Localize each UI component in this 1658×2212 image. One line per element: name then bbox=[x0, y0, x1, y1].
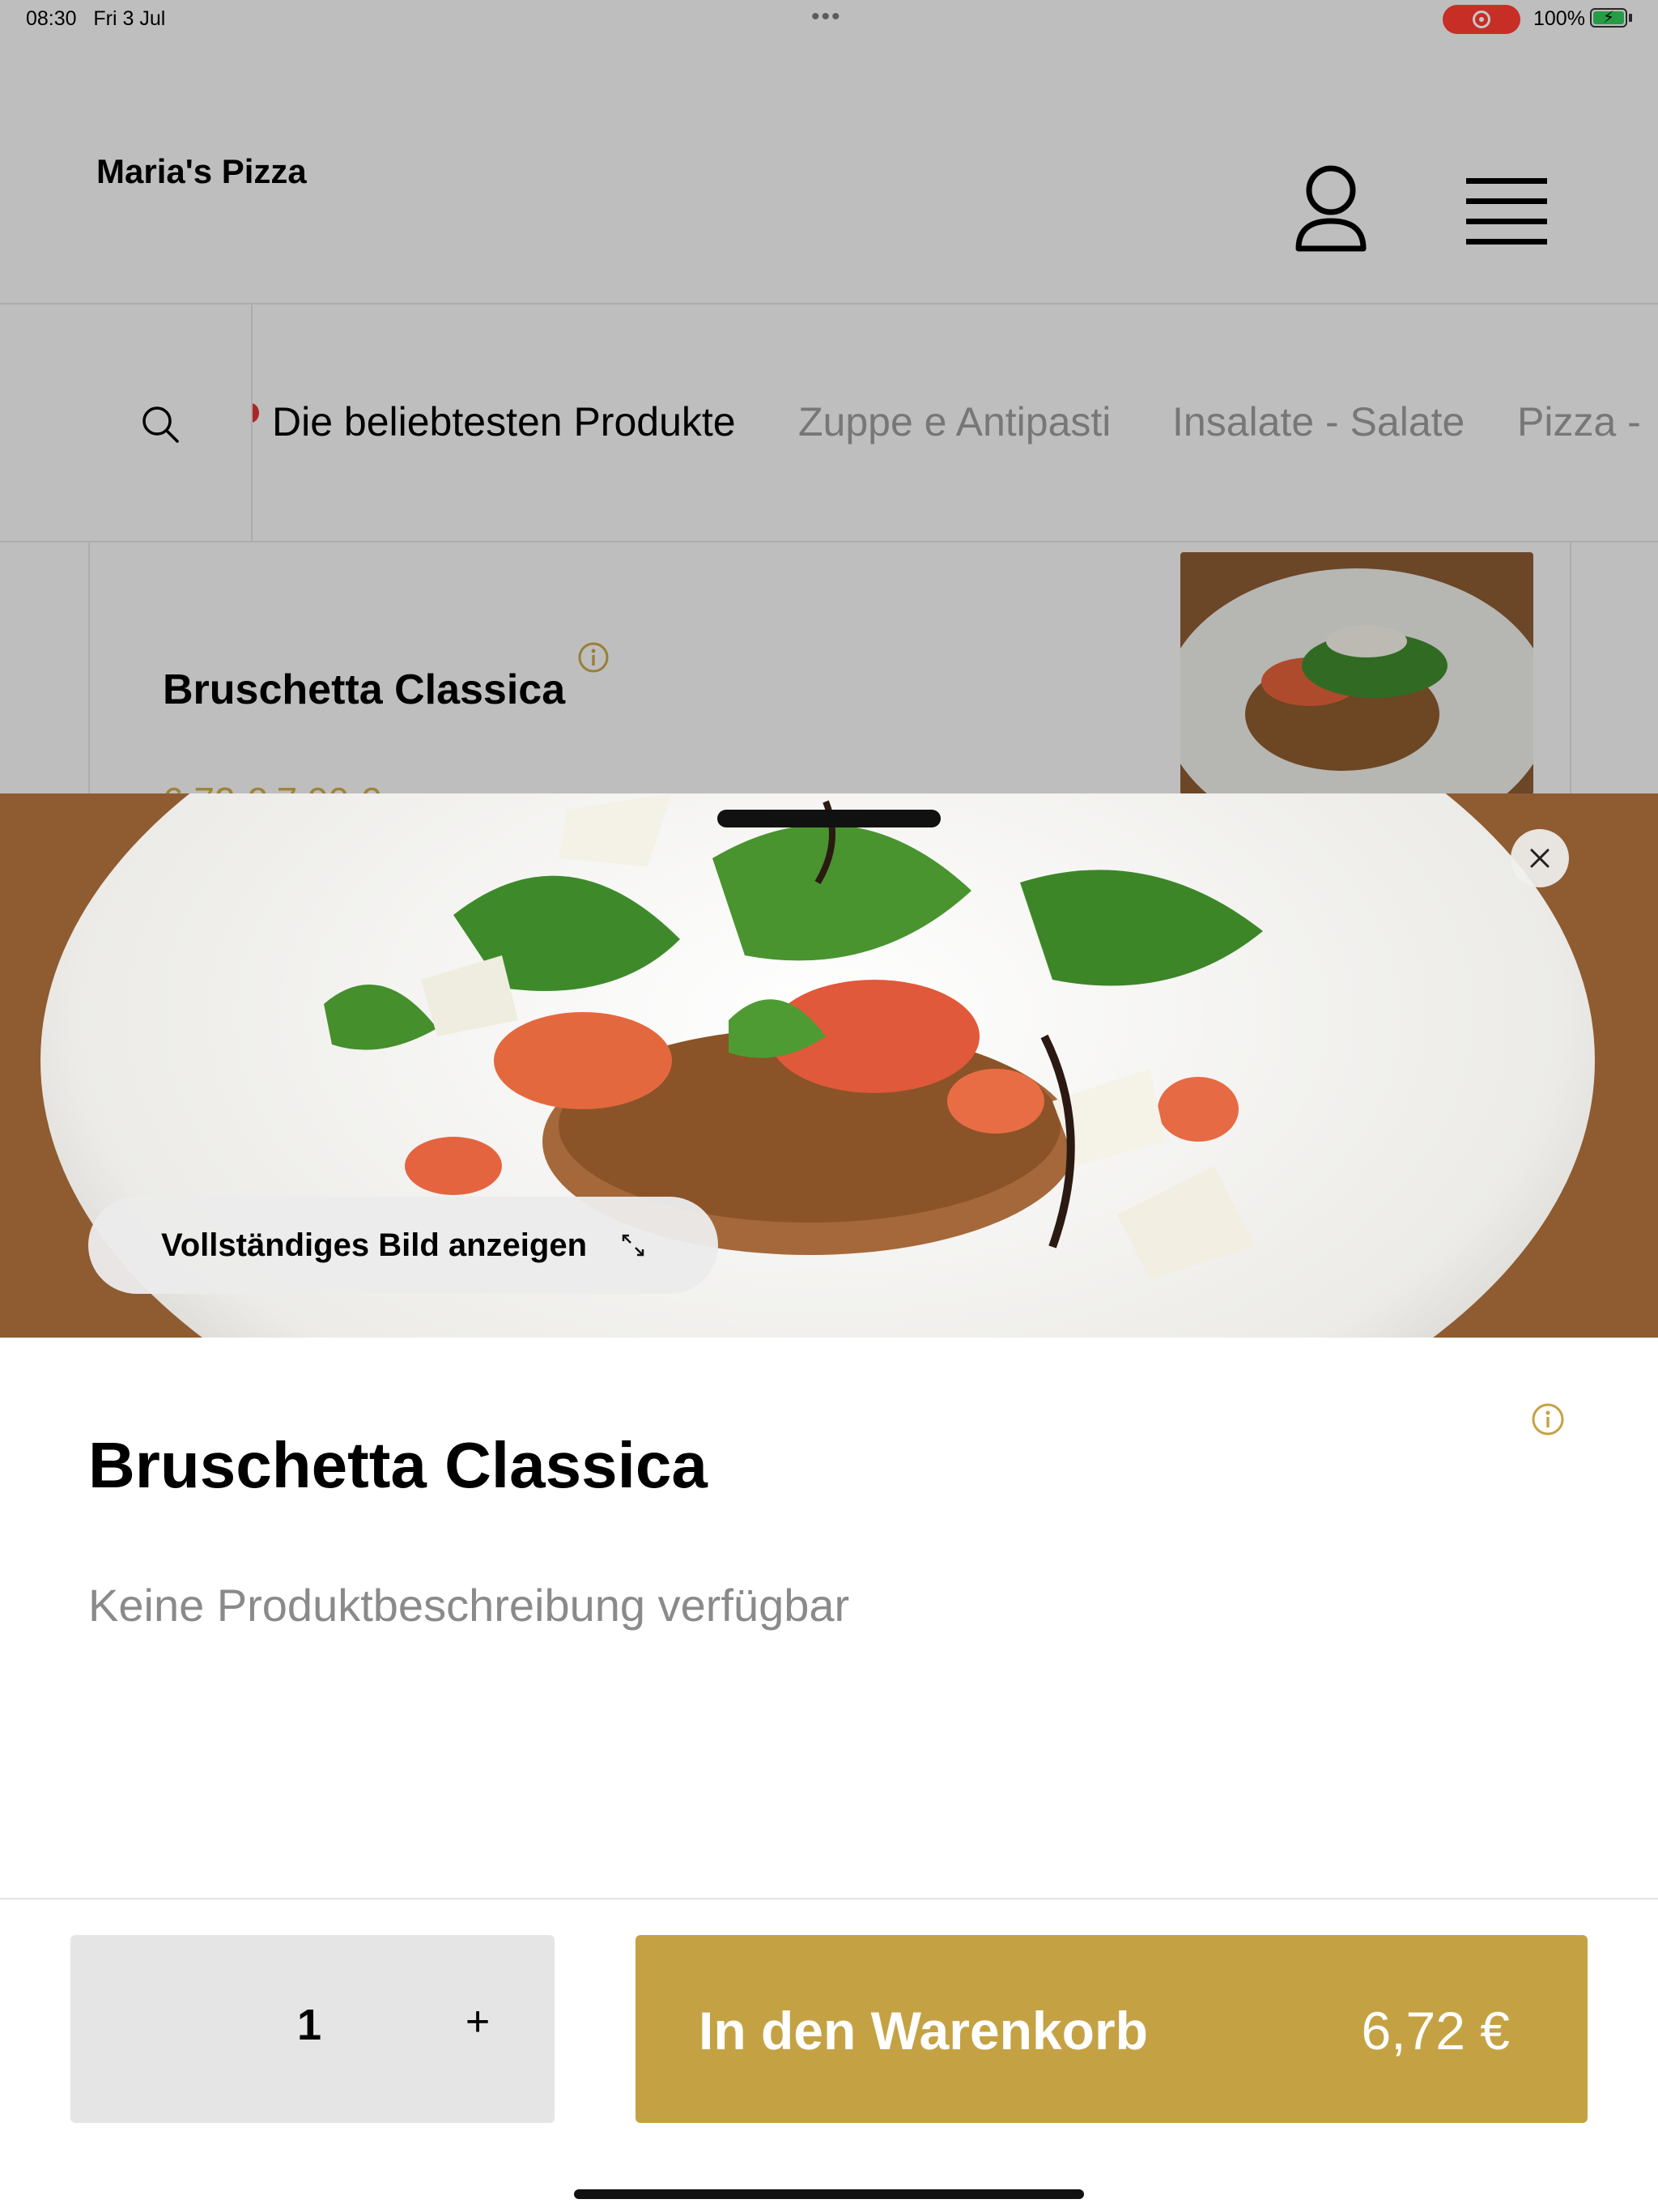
expand-icon bbox=[622, 1234, 644, 1257]
close-icon bbox=[1530, 849, 1550, 868]
add-to-cart-label: In den Warenkorb bbox=[699, 2001, 1148, 2061]
add-to-cart-price: 6,72 € bbox=[1361, 2001, 1511, 2061]
show-full-image-button[interactable]: Vollständiges Bild anzeigen bbox=[88, 1197, 718, 1294]
info-icon[interactable] bbox=[1531, 1402, 1565, 1436]
add-to-cart-button[interactable]: In den Warenkorb 6,72 € bbox=[636, 1935, 1588, 2123]
home-indicator[interactable] bbox=[574, 2189, 1084, 2199]
quantity-value: 1 bbox=[297, 2001, 322, 2049]
close-button[interactable] bbox=[1511, 829, 1569, 887]
quantity-stepper: 1 + bbox=[70, 1935, 555, 2123]
product-title: Bruschetta Classica bbox=[88, 1429, 708, 1501]
product-description: Keine Produktbeschreibung verfügbar bbox=[88, 1580, 850, 1631]
show-full-image-label: Vollständiges Bild anzeigen bbox=[161, 1227, 588, 1263]
product-detail-sheet: Vollständiges Bild anzeigen Bruschetta C… bbox=[0, 793, 1658, 2212]
product-image: Vollständiges Bild anzeigen bbox=[0, 793, 1658, 1338]
footer-divider bbox=[0, 1898, 1658, 1899]
sheet-grabber[interactable] bbox=[717, 810, 941, 827]
increase-quantity-button[interactable]: + bbox=[449, 1993, 506, 2050]
